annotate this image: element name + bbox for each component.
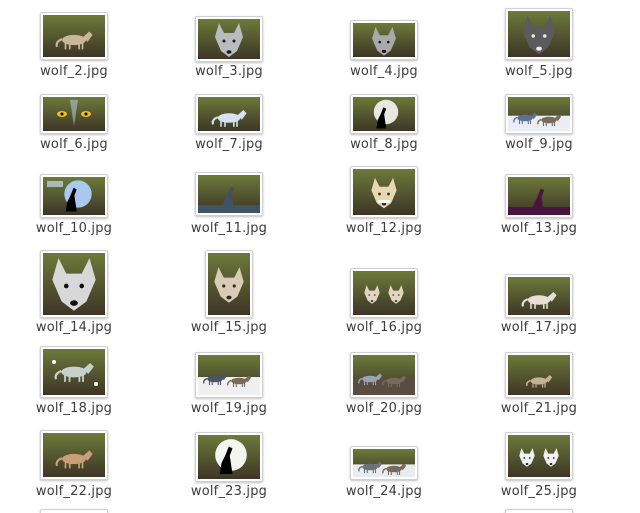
file-name[interactable]: wolf_5.jpg: [479, 64, 599, 79]
file-name[interactable]: wolf_21.jpg: [479, 401, 599, 416]
thumbnail-image: [43, 433, 105, 477]
file-name[interactable]: wolf_7.jpg: [169, 137, 289, 152]
image-thumbnail[interactable]: [40, 12, 108, 60]
thumbnail-image: [508, 97, 570, 131]
image-thumbnail[interactable]: [505, 352, 573, 398]
file-name[interactable]: wolf_2.jpg: [14, 64, 134, 79]
image-thumbnail[interactable]: [195, 16, 263, 62]
image-thumbnail[interactable]: [195, 172, 263, 216]
image-thumbnail[interactable]: [40, 174, 108, 218]
thumbnail-image: [43, 349, 105, 395]
file-name[interactable]: wolf_3.jpg: [169, 64, 289, 79]
file-name[interactable]: wolf_12.jpg: [324, 221, 444, 236]
thumbnail-image: [353, 169, 415, 215]
thumbnail-image: [508, 355, 570, 395]
image-thumbnail[interactable]: [350, 166, 418, 218]
thumbnail-image: [43, 97, 105, 131]
thumbnail-image: [198, 175, 260, 213]
thumbnail-image: [508, 177, 570, 215]
file-name[interactable]: wolf_13.jpg: [479, 221, 599, 236]
file-name[interactable]: wolf_16.jpg: [324, 320, 444, 335]
image-thumbnail[interactable]: [40, 346, 108, 398]
thumbnail-image: [353, 97, 415, 131]
file-name[interactable]: wolf_15.jpg: [169, 320, 289, 335]
file-name[interactable]: wolf_4.jpg: [324, 64, 444, 79]
thumbnail-image: [353, 449, 415, 477]
file-name[interactable]: wolf_19.jpg: [169, 401, 289, 416]
file-name[interactable]: wolf_11.jpg: [169, 221, 289, 236]
image-thumbnail[interactable]: [505, 94, 573, 134]
image-thumbnail[interactable]: [205, 250, 253, 318]
image-thumbnail[interactable]: [350, 352, 418, 398]
image-thumbnail[interactable]: [350, 446, 418, 480]
file-name[interactable]: wolf_18.jpg: [14, 401, 134, 416]
image-thumbnail[interactable]: [40, 94, 108, 134]
image-thumbnail[interactable]: [505, 174, 573, 218]
thumbnail-image: [198, 435, 260, 479]
file-name[interactable]: wolf_22.jpg: [14, 484, 134, 499]
thumbnail-image: [353, 23, 415, 57]
image-thumbnail-partial[interactable]: [40, 509, 108, 513]
image-thumbnail[interactable]: [350, 20, 418, 60]
file-grid: wolf_2.jpg wolf_3.jpg wolf_4.jpg wolf_5.…: [0, 0, 640, 513]
thumbnail-image: [43, 177, 105, 215]
thumbnail-image: [353, 271, 415, 315]
image-thumbnail[interactable]: [40, 430, 108, 480]
file-name[interactable]: wolf_23.jpg: [169, 484, 289, 499]
thumbnail-image: [198, 355, 260, 395]
image-thumbnail[interactable]: [505, 274, 573, 318]
file-name[interactable]: wolf_20.jpg: [324, 401, 444, 416]
file-name[interactable]: wolf_6.jpg: [14, 137, 134, 152]
image-thumbnail[interactable]: [195, 432, 263, 482]
image-thumbnail-partial[interactable]: [505, 509, 573, 513]
thumbnail-image: [43, 15, 105, 57]
image-thumbnail[interactable]: [195, 94, 263, 134]
file-name[interactable]: wolf_9.jpg: [479, 137, 599, 152]
file-name[interactable]: wolf_24.jpg: [324, 484, 444, 499]
thumbnail-image: [208, 253, 250, 315]
file-name[interactable]: wolf_14.jpg: [14, 320, 134, 335]
image-thumbnail[interactable]: [40, 250, 108, 318]
image-thumbnail[interactable]: [350, 268, 418, 318]
image-thumbnail[interactable]: [350, 94, 418, 134]
thumbnail-image: [43, 253, 105, 315]
thumbnail-image: [198, 19, 260, 59]
thumbnail-image: [508, 11, 570, 57]
image-thumbnail[interactable]: [195, 352, 263, 398]
thumbnail-image: [508, 277, 570, 315]
image-thumbnail[interactable]: [505, 432, 573, 480]
file-name[interactable]: wolf_8.jpg: [324, 137, 444, 152]
file-name[interactable]: wolf_10.jpg: [14, 221, 134, 236]
file-name[interactable]: wolf_25.jpg: [479, 484, 599, 499]
thumbnail-image: [198, 97, 260, 131]
image-thumbnail[interactable]: [505, 8, 573, 60]
thumbnail-image: [508, 435, 570, 477]
file-name[interactable]: wolf_17.jpg: [479, 320, 599, 335]
thumbnail-image: [353, 355, 415, 395]
